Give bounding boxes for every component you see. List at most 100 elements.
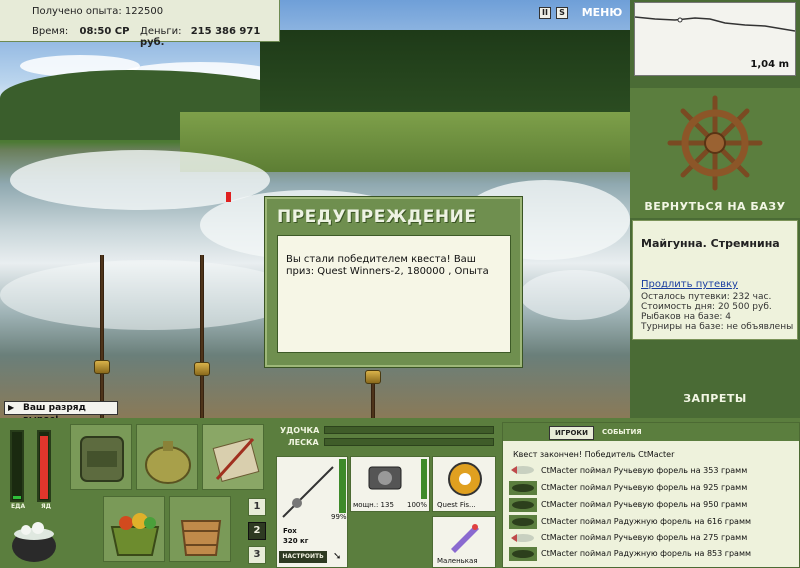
base-info-panel: Майгунна. Стремнина Продлить путевку Ост… bbox=[632, 220, 798, 340]
rod-name: Fox bbox=[283, 527, 297, 535]
fishing-rod-1[interactable] bbox=[100, 255, 104, 418]
trout-icon bbox=[509, 481, 537, 495]
water-foam bbox=[0, 260, 300, 330]
backpack-slot[interactable] bbox=[70, 424, 132, 490]
events-tabs: ИГРОКИ СОБЫТИЯ bbox=[503, 423, 799, 441]
reel-card[interactable]: мощн.: 135 100% bbox=[350, 456, 430, 512]
tab-players[interactable]: ИГРОКИ bbox=[549, 426, 594, 440]
rod-percent: 99% bbox=[331, 513, 347, 521]
base-name: Майгунна. Стремнина bbox=[641, 237, 780, 250]
return-to-base-label[interactable]: ВЕРНУТЬСЯ НА БАЗУ bbox=[630, 200, 800, 218]
event-item: CtMacter поймал Ручьевую форель на 353 г… bbox=[541, 466, 748, 475]
page-button-2[interactable]: 2 bbox=[248, 522, 266, 540]
fishing-rod-2[interactable] bbox=[200, 255, 204, 418]
reel-durability-bar bbox=[421, 459, 427, 499]
menu-label: МЕНЮ bbox=[581, 6, 623, 19]
reel-icon bbox=[365, 370, 381, 384]
rainbow-trout-icon bbox=[509, 547, 537, 561]
rod-card[interactable]: 99% Fox 320 кг НАСТРОИТЬ ➘ bbox=[276, 456, 348, 568]
rod-label: УДОЧКА bbox=[280, 426, 320, 435]
poison-label: ЯД bbox=[41, 503, 51, 510]
tab-events[interactable]: СОБЫТИЯ bbox=[597, 426, 647, 438]
lure-name: Маленькая bbox=[437, 557, 478, 565]
food-label: ЕДА bbox=[11, 503, 26, 510]
bait-sack-slot[interactable] bbox=[136, 424, 198, 490]
float-icon bbox=[226, 192, 231, 202]
time-label: Время: bbox=[32, 26, 69, 37]
line-name: Quest Fis... bbox=[437, 501, 476, 509]
trout-icon bbox=[509, 498, 537, 512]
page-button-1[interactable]: 1 bbox=[248, 498, 266, 516]
status-panel: Получено опыта: 122500 Время: 08:50 СР Д… bbox=[0, 0, 280, 48]
cauldron-icon[interactable] bbox=[6, 512, 62, 564]
ship-wheel-icon bbox=[667, 95, 763, 191]
dialog-body: Вы стали победителем квеста! Ваш приз: Q… bbox=[277, 235, 511, 353]
reel-percent: 100% bbox=[407, 501, 428, 509]
arrow-down-right-icon: ➘ bbox=[333, 551, 342, 562]
page-button-3[interactable]: 3 bbox=[248, 546, 266, 564]
time-line: Время: 08:50 СР bbox=[32, 26, 129, 37]
water-foam bbox=[520, 270, 630, 320]
bucket-slot[interactable] bbox=[169, 496, 231, 562]
bait-sack-icon bbox=[145, 441, 191, 484]
events-panel: ИГРОКИ СОБЫТИЯ Квест закончен! Победител… bbox=[502, 422, 800, 568]
exp-line: Получено опыта: 122500 bbox=[32, 6, 163, 17]
pause-button[interactable]: II bbox=[539, 7, 551, 19]
notebook-feather-icon bbox=[212, 437, 260, 482]
reel-icon bbox=[94, 360, 110, 374]
money-label: Деньги: bbox=[140, 26, 182, 37]
reel-icon bbox=[194, 362, 210, 376]
menu-button[interactable]: МЕНЮ bbox=[578, 4, 626, 22]
dialog-title: ПРЕДУПРЕЖДЕНИЕ bbox=[277, 207, 477, 227]
event-item: Квест закончен! Победитель CtMacter bbox=[513, 450, 675, 459]
event-item: CtMacter поймал Радужную форель на 853 г… bbox=[541, 549, 752, 558]
float-marker-icon bbox=[677, 17, 683, 23]
setup-button-label: НАСТРОИТЬ bbox=[282, 553, 324, 560]
food-meter bbox=[10, 430, 24, 502]
rod-weight: 320 кг bbox=[283, 537, 309, 545]
trout-icon bbox=[509, 463, 537, 477]
wooden-bucket-icon bbox=[180, 520, 222, 556]
line-spool-icon bbox=[448, 462, 482, 496]
dialog-message: Вы стали победителем квеста! Ваш приз: Q… bbox=[286, 254, 489, 277]
pass-remaining: Осталось путевки: 232 час. bbox=[641, 292, 772, 302]
trout-icon bbox=[509, 531, 537, 545]
event-item: CtMacter поймал Ручьевую форель на 950 г… bbox=[541, 500, 748, 509]
notebook-slot[interactable] bbox=[202, 424, 264, 490]
event-item: CtMacter поймал Ручьевую форель на 275 г… bbox=[541, 533, 748, 542]
line-tension-bar bbox=[324, 438, 494, 446]
tournaments-info: Турниры на базе: не объявлены bbox=[641, 322, 794, 332]
gear-panel: УДОЧКА ЛЕСКА 99% Fox 320 кг НАСТРОИТЬ ➘ … bbox=[274, 422, 498, 568]
rod-tension-bar bbox=[324, 426, 494, 434]
arrow-right-icon: ▶ bbox=[8, 403, 15, 412]
extend-pass-link[interactable]: Продлить путевку bbox=[641, 279, 738, 290]
rod-durability-bar bbox=[339, 459, 346, 513]
fishers-count: Рыбаков на базе: 4 bbox=[641, 312, 731, 322]
rainbow-trout-icon bbox=[509, 515, 537, 529]
warning-dialog[interactable]: ПРЕДУПРЕЖДЕНИЕ Вы стали победителем квес… bbox=[264, 196, 523, 368]
return-to-base-button[interactable] bbox=[630, 88, 800, 218]
bans-button[interactable]: ЗАПРЕТЫ bbox=[630, 392, 800, 412]
food-meter-fill bbox=[13, 495, 21, 499]
food-basket-slot[interactable] bbox=[103, 496, 165, 562]
poison-meter bbox=[37, 430, 51, 502]
lure-icon bbox=[451, 524, 479, 553]
exp-value: 122500 bbox=[124, 6, 164, 17]
line-card[interactable]: Quest Fis... bbox=[432, 456, 496, 512]
rod-icon bbox=[282, 466, 334, 518]
vegetable-basket-icon bbox=[110, 513, 160, 556]
setup-button[interactable]: НАСТРОИТЬ bbox=[279, 551, 327, 563]
poison-meter-fill bbox=[40, 436, 48, 499]
lure-card[interactable]: Маленькая bbox=[432, 516, 496, 568]
event-item: CtMacter поймал Радужную форель на 616 г… bbox=[541, 517, 752, 526]
sound-button[interactable]: S bbox=[556, 7, 568, 19]
money-line: Деньги: 215 386 971 руб. bbox=[140, 26, 279, 48]
depth-chart: 1,04 m bbox=[634, 2, 796, 76]
event-item: CtMacter поймал Ручьевую форель на 925 г… bbox=[541, 483, 748, 492]
rank-up-badge[interactable]: ▶ Ваш разряд вырос! bbox=[4, 401, 118, 425]
line-label: ЛЕСКА bbox=[288, 438, 319, 447]
exp-label: Получено опыта: bbox=[32, 6, 122, 17]
backpack-icon bbox=[80, 436, 124, 482]
depth-value: 1,04 m bbox=[750, 59, 789, 70]
time-value: 08:50 СР bbox=[79, 26, 130, 37]
